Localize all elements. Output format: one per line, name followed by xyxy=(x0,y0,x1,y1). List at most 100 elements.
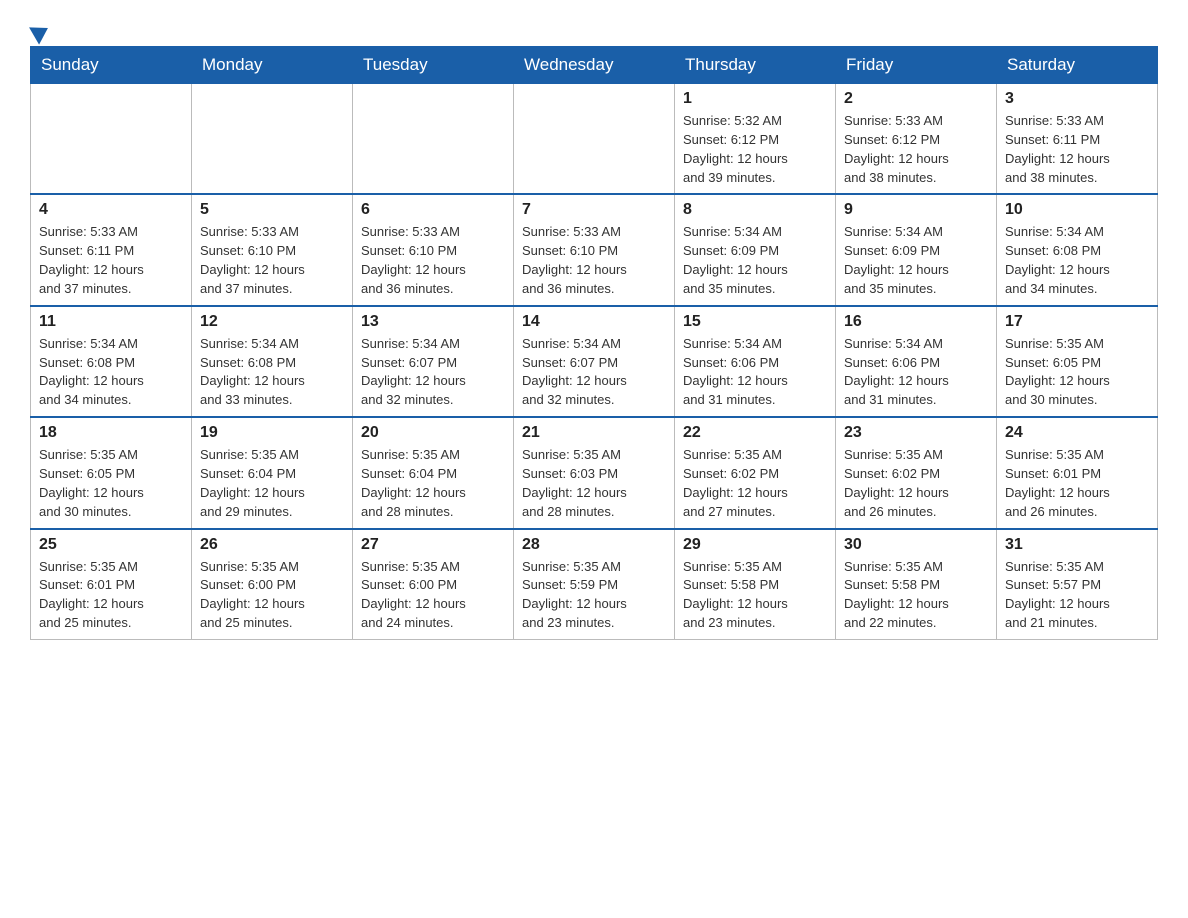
day-info: Sunrise: 5:35 AM Sunset: 6:03 PM Dayligh… xyxy=(522,446,666,521)
day-info: Sunrise: 5:34 AM Sunset: 6:07 PM Dayligh… xyxy=(522,335,666,410)
day-number: 12 xyxy=(200,313,344,331)
calendar-day-cell: 5 Sunrise: 5:33 AM Sunset: 6:10 PM Daylig… xyxy=(192,194,353,305)
calendar-day-cell: 7 Sunrise: 5:33 AM Sunset: 6:10 PM Daylig… xyxy=(514,194,675,305)
calendar-day-cell: 11 Sunrise: 5:34 AM Sunset: 6:08 PM Dayli… xyxy=(31,306,192,417)
day-info: Sunrise: 5:35 AM Sunset: 6:05 PM Dayligh… xyxy=(1005,335,1149,410)
day-number: 16 xyxy=(844,313,988,331)
day-info: Sunrise: 5:33 AM Sunset: 6:10 PM Dayligh… xyxy=(200,223,344,298)
day-number: 30 xyxy=(844,536,988,554)
calendar-day-cell: 13 Sunrise: 5:34 AM Sunset: 6:07 PM Dayli… xyxy=(353,306,514,417)
day-number: 18 xyxy=(39,424,183,442)
calendar-day-cell: 4 Sunrise: 5:33 AM Sunset: 6:11 PM Daylig… xyxy=(31,194,192,305)
day-info: Sunrise: 5:34 AM Sunset: 6:09 PM Dayligh… xyxy=(683,223,827,298)
calendar-day-cell: 28 Sunrise: 5:35 AM Sunset: 5:59 PM Dayli… xyxy=(514,529,675,640)
day-number: 23 xyxy=(844,424,988,442)
day-number: 4 xyxy=(39,201,183,219)
calendar-day-cell: 19Sunrise: 5:35 AM Sunset: 6:04 PM Dayli… xyxy=(192,417,353,528)
calendar-week-row: 1Sunrise: 5:32 AM Sunset: 6:12 PM Daylig… xyxy=(31,84,1158,195)
calendar-day-cell xyxy=(514,84,675,195)
day-number: 6 xyxy=(361,201,505,219)
calendar-day-cell: 16 Sunrise: 5:34 AM Sunset: 6:06 PM Dayli… xyxy=(836,306,997,417)
calendar-day-cell: 23 Sunrise: 5:35 AM Sunset: 6:02 PM Dayli… xyxy=(836,417,997,528)
page-header xyxy=(30,20,1158,36)
calendar-day-cell: 3Sunrise: 5:33 AM Sunset: 6:11 PM Daylig… xyxy=(997,84,1158,195)
day-info: Sunrise: 5:35 AM Sunset: 5:59 PM Dayligh… xyxy=(522,558,666,633)
day-of-week-header: Tuesday xyxy=(353,47,514,84)
day-number: 14 xyxy=(522,313,666,331)
day-of-week-header: Sunday xyxy=(31,47,192,84)
calendar-day-cell: 6 Sunrise: 5:33 AM Sunset: 6:10 PM Daylig… xyxy=(353,194,514,305)
day-info: Sunrise: 5:34 AM Sunset: 6:08 PM Dayligh… xyxy=(200,335,344,410)
day-info: Sunrise: 5:34 AM Sunset: 6:06 PM Dayligh… xyxy=(683,335,827,410)
day-number: 10 xyxy=(1005,201,1149,219)
day-number: 7 xyxy=(522,201,666,219)
logo-arrow-icon xyxy=(29,19,53,44)
calendar-day-cell: 14 Sunrise: 5:34 AM Sunset: 6:07 PM Dayli… xyxy=(514,306,675,417)
day-info: Sunrise: 5:34 AM Sunset: 6:09 PM Dayligh… xyxy=(844,223,988,298)
day-number: 29 xyxy=(683,536,827,554)
day-info: Sunrise: 5:34 AM Sunset: 6:07 PM Dayligh… xyxy=(361,335,505,410)
day-info: Sunrise: 5:35 AM Sunset: 6:02 PM Dayligh… xyxy=(683,446,827,521)
calendar-day-cell: 18 Sunrise: 5:35 AM Sunset: 6:05 PM Dayli… xyxy=(31,417,192,528)
calendar-day-cell: 21 Sunrise: 5:35 AM Sunset: 6:03 PM Dayli… xyxy=(514,417,675,528)
day-info: Sunrise: 5:35 AM Sunset: 6:04 PM Dayligh… xyxy=(200,446,344,521)
day-info: Sunrise: 5:35 AM Sunset: 5:58 PM Dayligh… xyxy=(683,558,827,633)
calendar-header-row: SundayMondayTuesdayWednesdayThursdayFrid… xyxy=(31,47,1158,84)
calendar-day-cell: 1Sunrise: 5:32 AM Sunset: 6:12 PM Daylig… xyxy=(675,84,836,195)
day-info: Sunrise: 5:33 AM Sunset: 6:10 PM Dayligh… xyxy=(361,223,505,298)
calendar-day-cell: 27 Sunrise: 5:35 AM Sunset: 6:00 PM Dayli… xyxy=(353,529,514,640)
day-info: Sunrise: 5:34 AM Sunset: 6:06 PM Dayligh… xyxy=(844,335,988,410)
day-info: Sunrise: 5:35 AM Sunset: 6:05 PM Dayligh… xyxy=(39,446,183,521)
calendar-day-cell: 15 Sunrise: 5:34 AM Sunset: 6:06 PM Dayli… xyxy=(675,306,836,417)
day-info: Sunrise: 5:34 AM Sunset: 6:08 PM Dayligh… xyxy=(39,335,183,410)
calendar-day-cell: 22 Sunrise: 5:35 AM Sunset: 6:02 PM Dayli… xyxy=(675,417,836,528)
day-number: 25 xyxy=(39,536,183,554)
day-number: 20 xyxy=(361,424,505,442)
day-number: 13 xyxy=(361,313,505,331)
day-number: 28 xyxy=(522,536,666,554)
day-info: Sunrise: 5:33 AM Sunset: 6:10 PM Dayligh… xyxy=(522,223,666,298)
calendar-day-cell: 26 Sunrise: 5:35 AM Sunset: 6:00 PM Dayli… xyxy=(192,529,353,640)
day-of-week-header: Friday xyxy=(836,47,997,84)
day-info: Sunrise: 5:33 AM Sunset: 6:11 PM Dayligh… xyxy=(39,223,183,298)
calendar-day-cell xyxy=(192,84,353,195)
day-info: Sunrise: 5:35 AM Sunset: 6:00 PM Dayligh… xyxy=(361,558,505,633)
calendar-day-cell: 10 Sunrise: 5:34 AM Sunset: 6:08 PM Dayli… xyxy=(997,194,1158,305)
day-of-week-header: Saturday xyxy=(997,47,1158,84)
calendar-day-cell: 20Sunrise: 5:35 AM Sunset: 6:04 PM Dayli… xyxy=(353,417,514,528)
calendar-week-row: 18 Sunrise: 5:35 AM Sunset: 6:05 PM Dayli… xyxy=(31,417,1158,528)
calendar-day-cell: 9 Sunrise: 5:34 AM Sunset: 6:09 PM Daylig… xyxy=(836,194,997,305)
day-number: 26 xyxy=(200,536,344,554)
day-number: 15 xyxy=(683,313,827,331)
day-number: 17 xyxy=(1005,313,1149,331)
day-number: 2 xyxy=(844,90,988,108)
calendar-week-row: 4 Sunrise: 5:33 AM Sunset: 6:11 PM Daylig… xyxy=(31,194,1158,305)
day-number: 5 xyxy=(200,201,344,219)
day-number: 11 xyxy=(39,313,183,331)
calendar-day-cell xyxy=(353,84,514,195)
calendar-day-cell: 24Sunrise: 5:35 AM Sunset: 6:01 PM Dayli… xyxy=(997,417,1158,528)
day-number: 27 xyxy=(361,536,505,554)
day-info: Sunrise: 5:33 AM Sunset: 6:12 PM Dayligh… xyxy=(844,112,988,187)
calendar-day-cell: 8 Sunrise: 5:34 AM Sunset: 6:09 PM Daylig… xyxy=(675,194,836,305)
calendar-day-cell: 25 Sunrise: 5:35 AM Sunset: 6:01 PM Dayli… xyxy=(31,529,192,640)
calendar-table: SundayMondayTuesdayWednesdayThursdayFrid… xyxy=(30,46,1158,640)
day-info: Sunrise: 5:35 AM Sunset: 6:01 PM Dayligh… xyxy=(39,558,183,633)
calendar-day-cell: 12 Sunrise: 5:34 AM Sunset: 6:08 PM Dayli… xyxy=(192,306,353,417)
day-info: Sunrise: 5:35 AM Sunset: 5:57 PM Dayligh… xyxy=(1005,558,1149,633)
day-number: 9 xyxy=(844,201,988,219)
day-number: 22 xyxy=(683,424,827,442)
day-info: Sunrise: 5:35 AM Sunset: 5:58 PM Dayligh… xyxy=(844,558,988,633)
day-number: 8 xyxy=(683,201,827,219)
logo xyxy=(30,20,49,36)
day-info: Sunrise: 5:35 AM Sunset: 6:02 PM Dayligh… xyxy=(844,446,988,521)
calendar-day-cell: 29 Sunrise: 5:35 AM Sunset: 5:58 PM Dayli… xyxy=(675,529,836,640)
day-of-week-header: Wednesday xyxy=(514,47,675,84)
day-info: Sunrise: 5:35 AM Sunset: 6:01 PM Dayligh… xyxy=(1005,446,1149,521)
day-number: 21 xyxy=(522,424,666,442)
day-info: Sunrise: 5:35 AM Sunset: 6:00 PM Dayligh… xyxy=(200,558,344,633)
day-info: Sunrise: 5:34 AM Sunset: 6:08 PM Dayligh… xyxy=(1005,223,1149,298)
calendar-day-cell: 31Sunrise: 5:35 AM Sunset: 5:57 PM Dayli… xyxy=(997,529,1158,640)
calendar-day-cell: 2 Sunrise: 5:33 AM Sunset: 6:12 PM Daylig… xyxy=(836,84,997,195)
day-info: Sunrise: 5:32 AM Sunset: 6:12 PM Dayligh… xyxy=(683,112,827,187)
